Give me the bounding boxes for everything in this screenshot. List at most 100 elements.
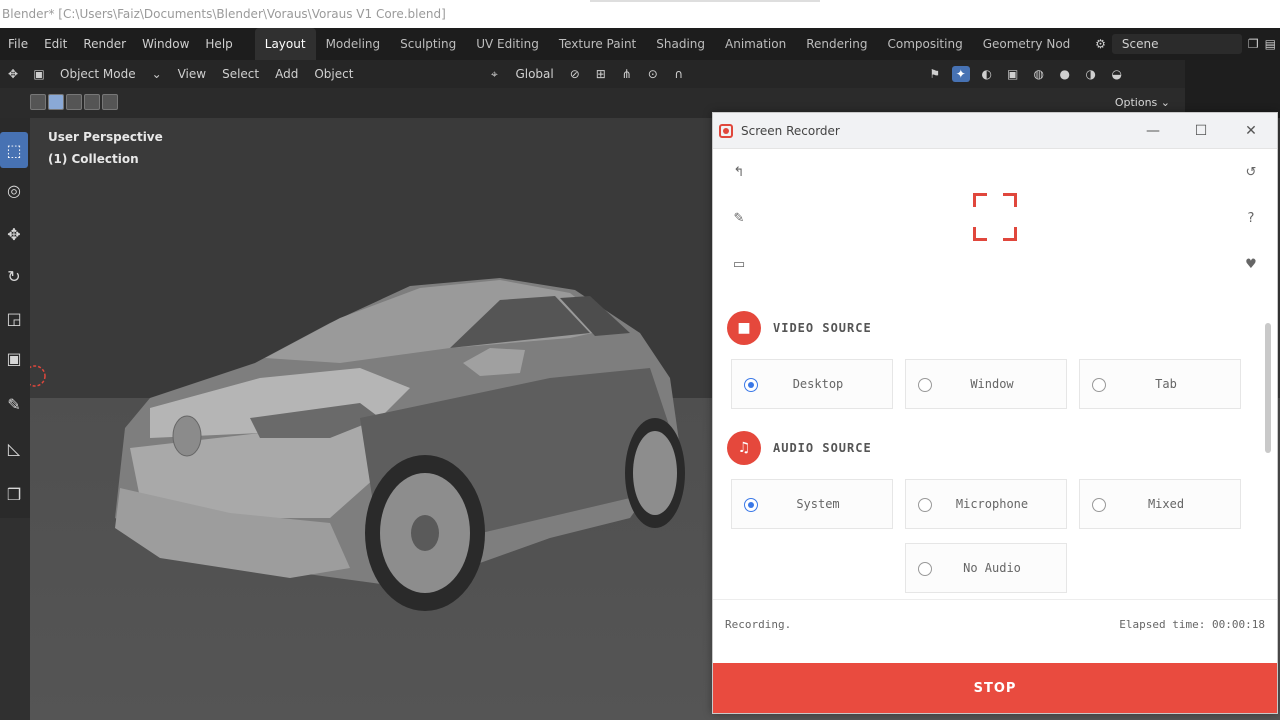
move-tool-icon[interactable]: ✥	[0, 216, 28, 252]
video-source-label: VIDEO SOURCE	[773, 321, 872, 335]
overlay-icon[interactable]: ◐	[978, 66, 996, 82]
recorder-app-icon	[719, 123, 733, 138]
falloff-icon[interactable]: ∩	[670, 66, 688, 82]
select-mode-extend-icon[interactable]	[48, 94, 64, 110]
video-option-desktop[interactable]: Desktop	[731, 359, 893, 409]
close-icon[interactable]: ✕	[1241, 121, 1261, 141]
tab-animation[interactable]: Animation	[715, 37, 796, 51]
render-shading-icon[interactable]: ◒	[1108, 66, 1126, 82]
pivot-point-icon[interactable]: ⊘	[566, 66, 584, 82]
recorder-scrollbar[interactable]	[1265, 323, 1271, 453]
radio-mixed[interactable]	[1092, 498, 1106, 512]
scene-selector[interactable]: Scene	[1111, 34, 1242, 54]
stop-button[interactable]: STOP	[713, 663, 1277, 713]
tab-uv-editing[interactable]: UV Editing	[466, 37, 549, 51]
cursor-tool-icon[interactable]: ◎	[0, 172, 28, 208]
material-shading-icon[interactable]: ◑	[1082, 66, 1100, 82]
video-option-window[interactable]: Window	[905, 359, 1067, 409]
menu-view[interactable]: View	[170, 67, 214, 81]
menu-object[interactable]: Object	[306, 67, 361, 81]
capture-frame-icon[interactable]	[973, 193, 1017, 241]
menu-add[interactable]: Add	[267, 67, 306, 81]
video-source-header: ■ VIDEO SOURCE	[727, 311, 872, 345]
tab-shading[interactable]: Shading	[646, 37, 715, 51]
measure-tool-icon[interactable]: ◺	[0, 430, 28, 466]
view-layer-icon[interactable]: ▤	[1265, 37, 1276, 51]
menu-render[interactable]: Render	[75, 37, 134, 51]
wireframe-shading-icon[interactable]: ◍	[1030, 66, 1048, 82]
blender-menubar: File Edit Render Window Help Layout Mode…	[0, 28, 1280, 60]
solid-shading-icon[interactable]: ●	[1056, 66, 1074, 82]
window-title-bar: Blender* [C:\Users\Faiz\Documents\Blende…	[0, 0, 1280, 28]
audio-option-system[interactable]: System	[731, 479, 893, 529]
menu-file[interactable]: File	[0, 37, 36, 51]
title-bar-handle	[590, 0, 820, 2]
video-option-tab[interactable]: Tab	[1079, 359, 1241, 409]
scale-tool-icon[interactable]: ◲	[0, 300, 28, 336]
viewport-header: ✥ ▣ Object Mode ⌄ View Select Add Object…	[0, 60, 1200, 88]
chevron-down-icon: ⌄	[151, 67, 162, 81]
screen-tool-icon[interactable]: ▭	[731, 257, 747, 272]
add-cube-tool-icon[interactable]: ❒	[0, 476, 28, 512]
arrow-tool-icon[interactable]: ↰	[731, 165, 747, 180]
menu-help[interactable]: Help	[197, 37, 240, 51]
options-dropdown[interactable]: Options ⌄	[1115, 96, 1170, 109]
orientation-selector[interactable]: Global	[507, 67, 561, 81]
tab-compositing[interactable]: Compositing	[877, 37, 972, 51]
select-mode-subtract-icon[interactable]	[66, 94, 82, 110]
history-icon[interactable]: ↺	[1243, 165, 1259, 180]
tab-geometry-nodes[interactable]: Geometry Nod	[973, 37, 1081, 51]
menu-select[interactable]: Select	[214, 67, 267, 81]
radio-system[interactable]	[744, 498, 758, 512]
minimize-icon[interactable]: —	[1143, 121, 1163, 141]
annotate-tool-icon[interactable]: ✎	[0, 386, 28, 422]
snap-icon[interactable]: ⊞	[592, 66, 610, 82]
snap-target-icon[interactable]: ⋔	[618, 66, 636, 82]
maximize-icon[interactable]: ☐	[1191, 121, 1211, 141]
transform-tool-icon[interactable]: ▣	[0, 340, 28, 376]
heart-icon[interactable]: ♥	[1243, 257, 1259, 272]
audio-option-mixed[interactable]: Mixed	[1079, 479, 1241, 529]
pen-tool-icon[interactable]: ✎	[731, 211, 747, 226]
tab-texture-paint[interactable]: Texture Paint	[549, 37, 646, 51]
menu-edit[interactable]: Edit	[36, 37, 75, 51]
window-title: Blender* [C:\Users\Faiz\Documents\Blende…	[2, 7, 446, 21]
editor-type-icon[interactable]: ✥	[4, 66, 22, 82]
radio-desktop[interactable]	[744, 378, 758, 392]
music-note-icon: ♫	[727, 431, 761, 465]
menu-window[interactable]: Window	[134, 37, 197, 51]
elapsed-time: Elapsed time: 00:00:18	[1119, 618, 1265, 631]
visibility-icon[interactable]: ⚑	[926, 66, 944, 82]
screen-recorder-window: Screen Recorder — ☐ ✕ ↰ ✎ ▭ ↺ ? ♥ ■ VIDE…	[712, 112, 1278, 714]
xray-icon[interactable]: ▣	[1004, 66, 1022, 82]
radio-window[interactable]	[918, 378, 932, 392]
select-mode-new-icon[interactable]	[30, 94, 46, 110]
tab-layout[interactable]: Layout	[254, 28, 316, 60]
audio-source-label: AUDIO SOURCE	[773, 441, 872, 455]
copy-scene-icon[interactable]: ❐	[1248, 37, 1259, 51]
video-camera-icon: ■	[727, 311, 761, 345]
toolbar-left: ⬚ ◎ ✥ ↻ ◲ ▣ ✎ ◺ ❒	[0, 118, 30, 518]
recorder-title: Screen Recorder	[741, 123, 840, 138]
recorder-status-bar: Recording. Elapsed time: 00:00:18	[713, 599, 1277, 649]
rotate-tool-icon[interactable]: ↻	[0, 258, 28, 294]
select-box-tool-icon[interactable]: ⬚	[0, 132, 28, 168]
audio-option-no-audio[interactable]: No Audio	[905, 543, 1067, 593]
tab-sculpting[interactable]: Sculpting	[390, 37, 466, 51]
select-mode-intersect-icon[interactable]	[102, 94, 118, 110]
gizmo-icon[interactable]: ✦	[951, 66, 970, 82]
radio-tab[interactable]	[1092, 378, 1106, 392]
radio-microphone[interactable]	[918, 498, 932, 512]
audio-option-microphone[interactable]: Microphone	[905, 479, 1067, 529]
proportional-edit-icon[interactable]: ⊙	[644, 66, 662, 82]
tab-modeling[interactable]: Modeling	[316, 37, 391, 51]
transform-orientation-icon: ⌖	[491, 66, 498, 81]
tab-rendering[interactable]: Rendering	[796, 37, 877, 51]
radio-no-audio[interactable]	[918, 562, 932, 576]
mode-selector[interactable]: Object Mode	[52, 67, 144, 81]
help-icon[interactable]: ?	[1243, 211, 1259, 226]
object-mode-icon: ▣	[33, 67, 45, 81]
viewport-collection-label: (1) Collection	[48, 152, 139, 166]
select-mode-invert-icon[interactable]	[84, 94, 100, 110]
scene-icon[interactable]: ⚙	[1095, 37, 1106, 51]
